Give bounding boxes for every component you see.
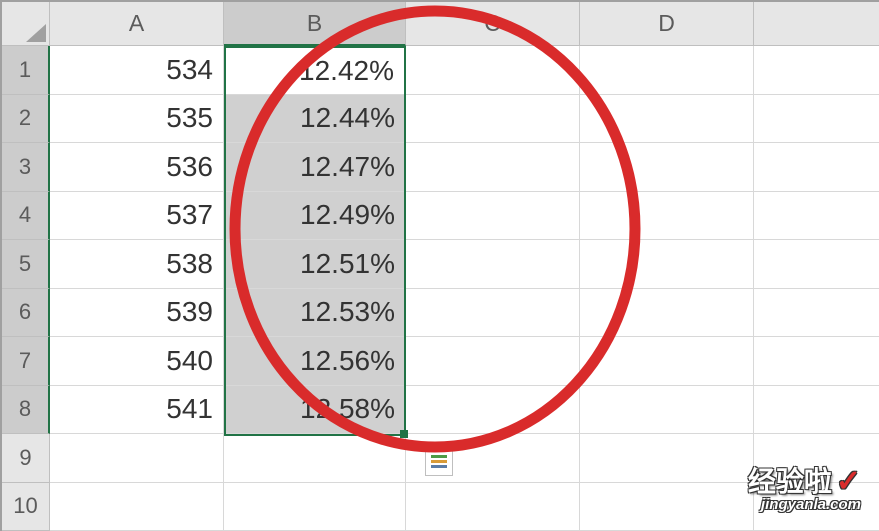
cell-a4[interactable]: 537 — [50, 192, 224, 241]
cell-c7[interactable] — [406, 337, 580, 386]
row-header-1[interactable]: 1 — [2, 46, 50, 95]
autofill-icon — [431, 455, 447, 469]
row-header-9[interactable]: 9 — [2, 434, 50, 483]
row-header-8[interactable]: 8 — [2, 386, 50, 435]
cell-b4[interactable]: 12.49% — [224, 192, 406, 241]
cell-d7[interactable] — [580, 337, 754, 386]
row-header-4[interactable]: 4 — [2, 192, 50, 241]
watermark: 经验啦 ✓ jingyanla.com — [748, 460, 861, 513]
cell-b7[interactable]: 12.56% — [224, 337, 406, 386]
row-header-7[interactable]: 7 — [2, 337, 50, 386]
cell-e3[interactable] — [754, 143, 879, 192]
cell-a8[interactable]: 541 — [50, 386, 224, 435]
cell-d4[interactable] — [580, 192, 754, 241]
cell-b2[interactable]: 12.44% — [224, 95, 406, 144]
check-icon: ✓ — [836, 464, 861, 499]
cell-e4[interactable] — [754, 192, 879, 241]
col-header-c[interactable]: C — [406, 2, 580, 46]
cell-a1[interactable]: 534 — [50, 46, 224, 95]
cell-e8[interactable] — [754, 386, 879, 435]
cell-b5[interactable]: 12.51% — [224, 240, 406, 289]
cell-d10[interactable] — [580, 483, 754, 531]
cell-e6[interactable] — [754, 289, 879, 338]
cell-a5[interactable]: 538 — [50, 240, 224, 289]
cell-b3[interactable]: 12.47% — [224, 143, 406, 192]
cell-e2[interactable] — [754, 95, 879, 144]
cell-b1[interactable] — [224, 46, 406, 95]
select-all-corner[interactable] — [2, 2, 50, 46]
cell-c10[interactable] — [406, 483, 580, 531]
cell-c3[interactable] — [406, 143, 580, 192]
cell-b8[interactable]: 12.58% — [224, 386, 406, 435]
cell-a9[interactable] — [50, 434, 224, 483]
cell-b10[interactable] — [224, 483, 406, 531]
cell-e7[interactable] — [754, 337, 879, 386]
cell-c2[interactable] — [406, 95, 580, 144]
watermark-url: jingyanla.com — [748, 496, 861, 513]
row-header-10[interactable]: 10 — [2, 483, 50, 531]
cell-c1[interactable] — [406, 46, 580, 95]
row-header-5[interactable]: 5 — [2, 240, 50, 289]
cell-c5[interactable] — [406, 240, 580, 289]
cell-a2[interactable]: 535 — [50, 95, 224, 144]
cell-b6[interactable]: 12.53% — [224, 289, 406, 338]
watermark-title: 经验啦 — [748, 460, 832, 500]
cell-a10[interactable] — [50, 483, 224, 531]
cell-c4[interactable] — [406, 192, 580, 241]
cell-d8[interactable] — [580, 386, 754, 435]
col-header-e[interactable] — [754, 2, 879, 46]
cell-a7[interactable]: 540 — [50, 337, 224, 386]
cell-c8[interactable] — [406, 386, 580, 435]
cell-b9[interactable] — [224, 434, 406, 483]
row-header-2[interactable]: 2 — [2, 95, 50, 144]
cell-c6[interactable] — [406, 289, 580, 338]
row-header-3[interactable]: 3 — [2, 143, 50, 192]
cell-d3[interactable] — [580, 143, 754, 192]
cell-e5[interactable] — [754, 240, 879, 289]
row-header-6[interactable]: 6 — [2, 289, 50, 338]
cell-d6[interactable] — [580, 289, 754, 338]
cell-d9[interactable] — [580, 434, 754, 483]
cell-d2[interactable] — [580, 95, 754, 144]
cell-e1[interactable] — [754, 46, 879, 95]
col-header-a[interactable]: A — [50, 2, 224, 46]
cell-d1[interactable] — [580, 46, 754, 95]
cell-a3[interactable]: 536 — [50, 143, 224, 192]
autofill-options-button[interactable] — [425, 448, 453, 476]
cell-a6[interactable]: 539 — [50, 289, 224, 338]
cell-d5[interactable] — [580, 240, 754, 289]
col-header-b[interactable]: B — [224, 2, 406, 46]
col-header-d[interactable]: D — [580, 2, 754, 46]
